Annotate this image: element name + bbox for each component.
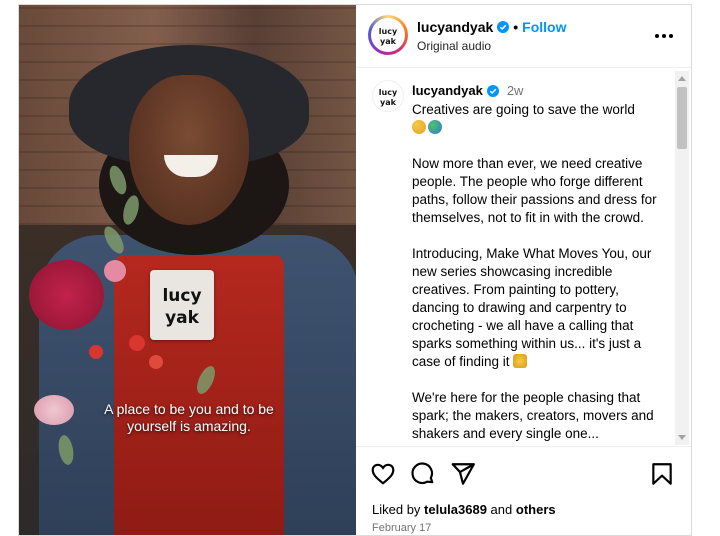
- flower: [104, 260, 126, 282]
- avatar[interactable]: lucy yak: [372, 80, 404, 112]
- face: [129, 75, 249, 225]
- subtitle-line: A place to be you and to be: [104, 401, 274, 417]
- svg-text:yak: yak: [380, 37, 397, 46]
- lucy-and-yak-logo: lucy yak: [162, 286, 201, 328]
- caption-paragraph: We're here for the people chasing that s…: [412, 390, 654, 441]
- caption-section: lucy yak lucyandyak 2w Creatives are goi…: [356, 68, 691, 445]
- flower: [129, 335, 145, 351]
- globe-icon: [428, 120, 442, 134]
- bookmark-icon[interactable]: [649, 461, 675, 487]
- palette-icon: [412, 120, 426, 134]
- svg-text:yak: yak: [380, 98, 397, 107]
- post-modal: lucy yak A place to be you and to be you…: [18, 4, 692, 536]
- avatar[interactable]: lucy yak: [371, 18, 405, 52]
- flower: [29, 260, 104, 330]
- liked-by-and: and: [490, 502, 513, 517]
- caption-paragraph: Now more than ever, we need creative peo…: [412, 156, 657, 225]
- liked-by-prefix: Liked by: [372, 502, 421, 517]
- scroll-up-arrow[interactable]: [678, 76, 686, 81]
- caption-paragraph: Creatives are going to save the world: [412, 102, 635, 117]
- post-details-panel: lucy yak lucyandyak • Follow Original au…: [356, 5, 691, 535]
- share-icon[interactable]: [450, 461, 476, 487]
- audio-label[interactable]: Original audio: [417, 39, 491, 53]
- action-bar: Liked by telula3689 and others February …: [356, 446, 691, 535]
- heart-icon[interactable]: [370, 461, 396, 487]
- caption-time[interactable]: 2w: [507, 83, 524, 98]
- likes-summary: Liked by telula3689 and others: [372, 502, 556, 517]
- post-video[interactable]: lucy yak A place to be you and to be you…: [19, 5, 356, 535]
- flower: [89, 345, 103, 359]
- liked-by-user[interactable]: telula3689: [424, 502, 487, 517]
- sparkle-icon: [513, 354, 528, 368]
- scroll-down-arrow[interactable]: [678, 435, 686, 440]
- scrollbar[interactable]: [675, 71, 689, 445]
- video-subtitle: A place to be you and to be yourself is …: [39, 401, 339, 435]
- author-username[interactable]: lucyandyak: [417, 19, 493, 35]
- separator-dot: •: [513, 19, 519, 35]
- scrollbar-thumb[interactable]: [677, 87, 687, 149]
- verified-icon: [486, 84, 499, 97]
- post-header: lucy yak lucyandyak • Follow Original au…: [356, 5, 691, 68]
- liked-by-others[interactable]: others: [516, 502, 556, 517]
- svg-text:lucy: lucy: [162, 286, 201, 306]
- svg-text:lucy: lucy: [379, 88, 398, 97]
- caption-paragraph: Introducing, Make What Moves You, our ne…: [412, 246, 652, 369]
- post-date[interactable]: February 17: [372, 522, 431, 534]
- subtitle-line: yourself is amazing.: [127, 418, 251, 434]
- svg-text:lucy: lucy: [379, 27, 398, 36]
- comment-icon[interactable]: [410, 461, 436, 487]
- lucy-and-yak-logo: lucy yak: [379, 27, 398, 46]
- caption-username[interactable]: lucyandyak: [412, 83, 483, 98]
- caption-text: Creatives are going to save the world No…: [412, 101, 662, 445]
- follow-button[interactable]: Follow: [522, 19, 566, 35]
- brand-logo-patch: lucy yak: [150, 270, 214, 340]
- verified-icon: [497, 21, 510, 33]
- story-ring[interactable]: lucy yak: [368, 15, 408, 55]
- more-icon[interactable]: [655, 27, 673, 45]
- flower: [149, 355, 163, 369]
- svg-text:yak: yak: [165, 308, 200, 328]
- lucy-and-yak-logo: lucy yak: [379, 88, 398, 107]
